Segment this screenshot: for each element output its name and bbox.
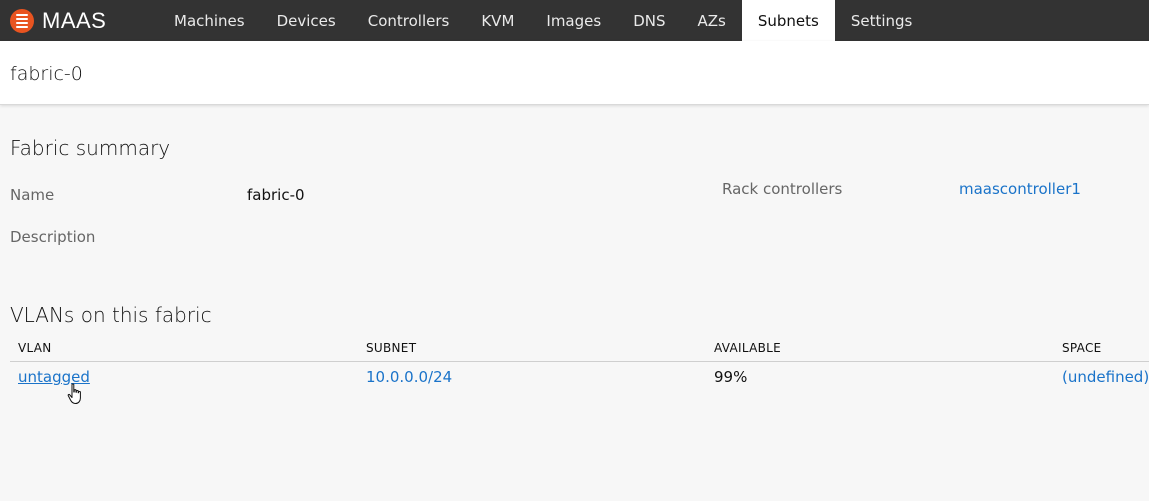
nav-item-machines[interactable]: Machines	[158, 0, 261, 41]
nav-item-kvm[interactable]: KVM	[465, 0, 530, 41]
nav-item-subnets[interactable]: Subnets	[741, 0, 835, 41]
rack-controllers-label: Rack controllers	[722, 180, 843, 198]
space-link[interactable]: (undefined)	[1062, 368, 1149, 386]
top-navigation-bar: MAAS Machines Devices Controllers KVM Im…	[0, 0, 1149, 41]
nav-item-devices[interactable]: Devices	[261, 0, 352, 41]
name-value: fabric-0	[247, 186, 305, 204]
table-header-divider	[10, 361, 1149, 362]
hand-pointer-icon	[67, 383, 81, 404]
fabric-summary-heading: Fabric summary	[10, 136, 171, 160]
nav-item-settings[interactable]: Settings	[835, 0, 929, 41]
column-header-space: SPACE	[1062, 341, 1102, 355]
description-label: Description	[10, 228, 96, 246]
main-nav: Machines Devices Controllers KVM Images …	[158, 0, 928, 41]
column-header-available: AVAILABLE	[714, 341, 782, 355]
available-value: 99%	[714, 368, 748, 386]
page-header: fabric-0	[0, 41, 1149, 105]
nav-item-controllers[interactable]: Controllers	[352, 0, 466, 41]
nav-item-images[interactable]: Images	[530, 0, 617, 41]
column-header-vlan: VLAN	[18, 341, 52, 355]
menu-icon	[10, 8, 34, 33]
vlans-heading: VLANs on this fabric	[10, 303, 212, 327]
brand[interactable]: MAAS	[0, 0, 158, 41]
name-label: Name	[10, 186, 55, 204]
nav-item-dns[interactable]: DNS	[617, 0, 681, 41]
nav-item-azs[interactable]: AZs	[681, 0, 741, 41]
column-header-subnet: SUBNET	[366, 341, 417, 355]
brand-name: MAAS	[42, 7, 107, 33]
rack-controller-link[interactable]: maascontroller1	[959, 180, 1081, 198]
page-title: fabric-0	[10, 63, 83, 85]
subnet-link[interactable]: 10.0.0.0/24	[366, 368, 452, 386]
